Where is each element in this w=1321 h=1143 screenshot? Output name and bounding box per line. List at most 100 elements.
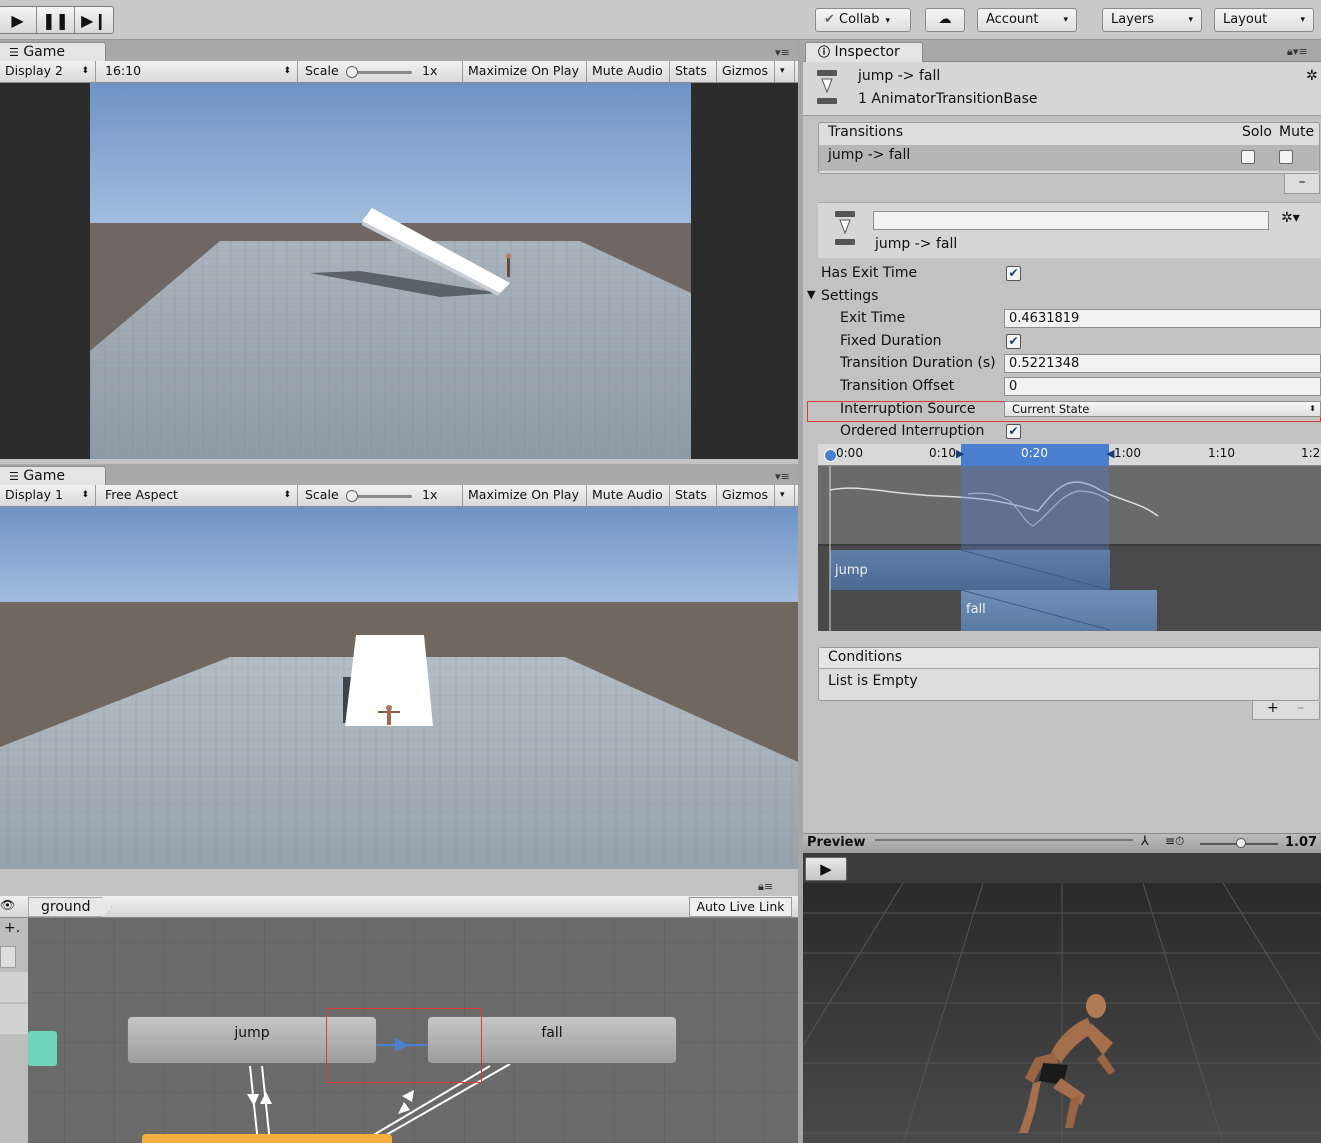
add-layer-icon[interactable]: +.	[4, 920, 20, 936]
game-icon: ☰	[9, 470, 19, 483]
breadcrumb-label: ground	[41, 899, 91, 915]
account-dropdown[interactable]: Account ▾	[977, 8, 1077, 32]
tab-game-top[interactable]: ☰ Game	[0, 42, 106, 63]
animator-header-strip: 🔒︎≡	[0, 878, 798, 896]
sidebar-row[interactable]	[0, 972, 28, 1002]
transition-duration-input[interactable]: 0.5221348	[1004, 354, 1321, 373]
preview-drag-handle[interactable]	[875, 839, 1133, 841]
sidebar-field[interactable]	[0, 946, 16, 968]
settings-gear-icon[interactable]: ✲▾	[1281, 210, 1300, 226]
fixed-duration-checkbox[interactable]: ✔	[1006, 334, 1021, 349]
interruption-source-dropdown[interactable]: Current State ⬍	[1004, 401, 1321, 417]
scale-slider[interactable]	[350, 71, 412, 74]
maximize-on-play-toggle[interactable]: Maximize On Play	[463, 61, 587, 83]
state-node-orange[interactable]	[142, 1134, 392, 1143]
game-bottom-viewport[interactable]	[0, 507, 798, 869]
interruption-source-value: Current State	[1012, 402, 1090, 416]
has-exit-time-label: Has Exit Time	[821, 265, 918, 281]
interruption-source-label: Interruption Source	[840, 401, 976, 417]
ordered-interruption-checkbox[interactable]: ✔	[1006, 424, 1021, 439]
aspect-select[interactable]: Free Aspect ⬍	[96, 485, 298, 507]
scale-control: Scale 1x	[298, 61, 463, 83]
gizmos-label: Gizmos	[722, 63, 769, 78]
maximize-label: Maximize On Play	[468, 487, 579, 502]
preview-header: Preview ⅄ ≡⏱ 1.07	[803, 833, 1321, 853]
tab-game-bottom[interactable]: ☰ Game	[0, 466, 106, 487]
play-button[interactable]: ▶	[0, 7, 37, 33]
display-value: Display 2	[5, 63, 64, 78]
stats-toggle[interactable]: Stats	[670, 61, 717, 83]
panel-menu-icon[interactable]: ▾≡	[775, 46, 790, 59]
tab-inspector[interactable]: ⓘ Inspector	[805, 42, 923, 63]
settings-foldout[interactable]: Settings	[821, 288, 878, 304]
updown-icon: ⬍	[283, 66, 291, 76]
solo-header: Solo	[1242, 124, 1272, 140]
lock-icon[interactable]: 🔒︎▾≡	[1287, 45, 1308, 59]
caret-down-icon: ▾	[1300, 15, 1305, 25]
game-bottom-tabbar: ☰ Game ▾≡	[0, 464, 798, 487]
panel-menu-icon[interactable]: ▾≡	[775, 470, 790, 483]
entry-state-node[interactable]	[28, 1031, 57, 1066]
gizmos-dropdown[interactable]: ▾	[775, 485, 795, 507]
foldout-arrow-icon[interactable]: ▼	[807, 288, 815, 301]
speed-slider-handle[interactable]	[1236, 838, 1246, 848]
layers-dropdown[interactable]: Layers ▾	[1102, 8, 1202, 32]
remove-condition-button[interactable]: –	[1297, 700, 1304, 716]
mute-label: Mute Audio	[592, 487, 663, 502]
cloud-button[interactable]: ☁	[925, 8, 965, 32]
scale-label: Scale	[305, 487, 339, 502]
exit-time-input[interactable]: 0.4631819	[1004, 309, 1321, 328]
animator-graph[interactable]: +. jump fall	[0, 918, 798, 1143]
auto-live-link-button[interactable]: Auto Live Link	[689, 897, 792, 917]
caret-down-icon: ▾	[780, 490, 785, 500]
mute-checkbox[interactable]	[1279, 150, 1293, 164]
ordered-interruption-label: Ordered Interruption	[840, 423, 985, 439]
step-button[interactable]: ▶❙	[75, 7, 113, 33]
speed-icon[interactable]: ≡⏱	[1165, 834, 1184, 849]
transitions-list: Transitions Solo Mute jump -> fall	[818, 122, 1320, 174]
transition-name-input[interactable]	[873, 211, 1269, 230]
eye-icon[interactable]: 👁︎	[0, 898, 15, 912]
pause-button[interactable]: ❚❚	[37, 7, 75, 33]
lock-icon[interactable]: 🔒︎≡	[758, 880, 773, 894]
mute-audio-toggle[interactable]: Mute Audio	[587, 485, 670, 507]
display-select[interactable]: Display 1 ⬍	[0, 485, 96, 507]
add-condition-button[interactable]: +	[1267, 700, 1279, 716]
caret-down-icon: ▾	[1188, 15, 1193, 25]
gizmos-toggle[interactable]: Gizmos	[717, 61, 775, 83]
account-label: Account	[986, 12, 1039, 27]
mute-audio-toggle[interactable]: Mute Audio	[587, 61, 670, 83]
stats-toggle[interactable]: Stats	[670, 485, 717, 507]
transition-timeline[interactable]: 0:00 0:10 0:20 1:00 1:10 1:20 ▶ ◀ jump f…	[818, 444, 1321, 631]
scale-value: 1x	[422, 487, 438, 502]
settings-gear-icon[interactable]: ✲	[1306, 68, 1318, 84]
tab-label: Game	[23, 468, 66, 484]
transitions-header: Transitions	[828, 124, 903, 140]
transition-row[interactable]: jump -> fall	[819, 145, 1319, 171]
has-exit-time-checkbox[interactable]: ✔	[1006, 266, 1021, 281]
stats-label: Stats	[675, 487, 707, 502]
solo-checkbox[interactable]	[1241, 150, 1255, 164]
caret-down-icon: ▾	[885, 16, 891, 26]
sidebar-row[interactable]	[0, 1004, 28, 1034]
transition-offset-input[interactable]: 0	[1004, 377, 1321, 396]
state-label: jump	[234, 1025, 270, 1041]
gizmos-toggle[interactable]: Gizmos	[717, 485, 775, 507]
display-select[interactable]: Display 2 ⬍	[0, 61, 96, 83]
collab-button[interactable]: ✔ Collab ▾	[815, 8, 911, 32]
info-icon: ⓘ	[818, 45, 831, 59]
scale-slider-handle[interactable]	[346, 490, 358, 502]
aspect-select[interactable]: 16:10 ⬍	[96, 61, 298, 83]
breadcrumb[interactable]: ground	[28, 897, 112, 917]
scale-slider[interactable]	[350, 495, 412, 498]
preview-viewport[interactable]	[803, 883, 1321, 1143]
game-top-viewport[interactable]	[0, 83, 798, 459]
maximize-on-play-toggle[interactable]: Maximize On Play	[463, 485, 587, 507]
preview-play-button[interactable]: ▶	[805, 857, 847, 881]
pivot-icon[interactable]: ⅄	[1141, 834, 1149, 849]
scale-slider-handle[interactable]	[346, 66, 358, 78]
gizmos-dropdown[interactable]: ▾	[775, 61, 795, 83]
remove-transition-button[interactable]: –	[1284, 174, 1320, 194]
layout-dropdown[interactable]: Layout ▾	[1214, 8, 1314, 32]
main-toolbar: ▶ ❚❚ ▶❙ ✔ Collab ▾ ☁ Account ▾ Layers ▾ Lay…	[0, 0, 1321, 40]
